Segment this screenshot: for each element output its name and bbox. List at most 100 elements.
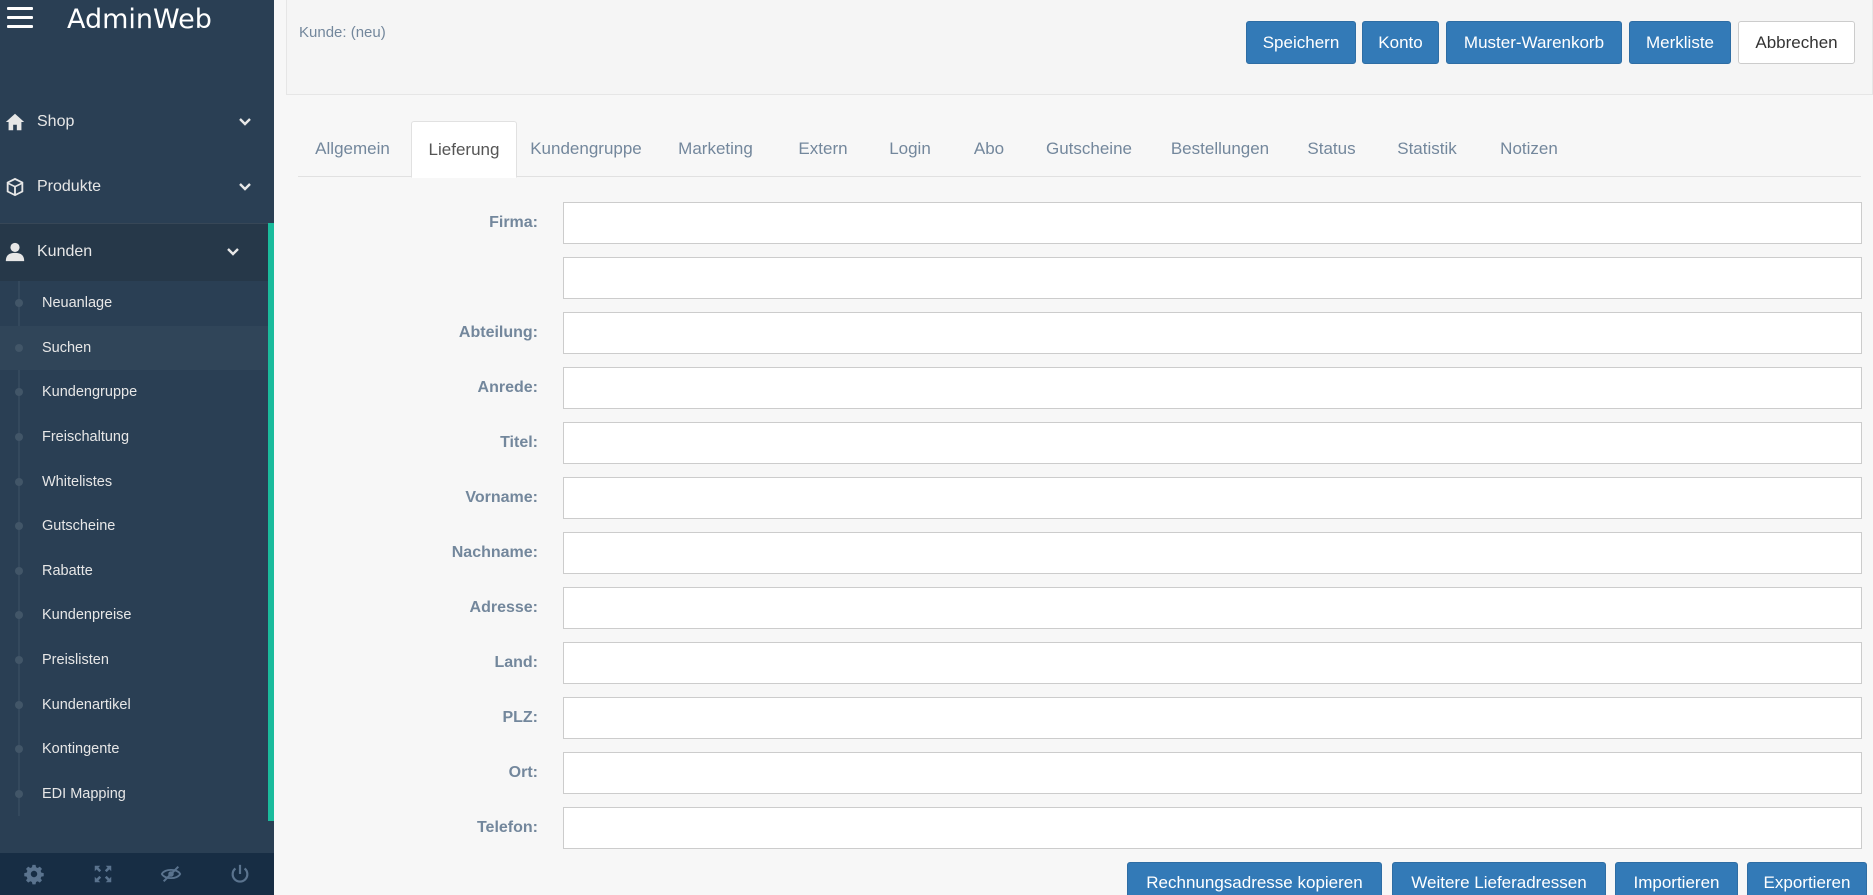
firma-line2-field[interactable] (563, 257, 1862, 299)
subitem-label: Gutscheine (42, 518, 116, 535)
tab-kundengruppe[interactable]: Kundengruppe (521, 121, 651, 177)
land-label: Land: (494, 654, 538, 671)
sidebar-subitem-suchen[interactable]: Suchen (0, 325, 268, 371)
sidebar-subitem-kontingente[interactable]: Kontingente (0, 727, 268, 772)
save-button[interactable]: Speichern (1246, 21, 1356, 64)
ort-field[interactable] (563, 752, 1862, 794)
page-title: Kunde: (neu) (299, 24, 386, 41)
bullet-icon (15, 299, 23, 308)
bullet-icon (15, 745, 23, 754)
sidebar-item-label: Kunden (37, 243, 93, 260)
subitem-label: Preislisten (42, 652, 109, 669)
tab-abo[interactable]: Abo (954, 121, 1024, 177)
eye-slash-icon (161, 865, 182, 883)
bullet-icon (15, 477, 23, 486)
nachname-label: Nachname: (451, 544, 538, 561)
settings-button[interactable] (0, 853, 69, 895)
bullet-icon (15, 433, 23, 442)
cube-icon (6, 177, 24, 197)
sidebar: AdminWeb Shop Produkte Kunden Neuanlage … (0, 0, 274, 895)
chevron-down-icon (239, 118, 251, 126)
tab-login[interactable]: Login (870, 121, 950, 177)
home-icon (5, 113, 25, 131)
sidebar-item-shop[interactable]: Shop (0, 93, 274, 151)
tab-status[interactable]: Status (1290, 121, 1373, 177)
subitem-label: Kundenpreise (42, 607, 132, 624)
plz-label: PLZ: (502, 709, 538, 726)
tab-gutscheine[interactable]: Gutscheine (1028, 121, 1150, 177)
import-button[interactable]: Importieren (1615, 862, 1738, 895)
subitem-label: Freischaltung (42, 429, 130, 446)
cancel-button[interactable]: Abbrechen (1738, 21, 1855, 64)
lock-button[interactable] (137, 853, 206, 895)
app-title: AdminWeb (67, 4, 212, 35)
telefon-field[interactable] (563, 807, 1862, 849)
menu-toggle-icon[interactable] (7, 7, 33, 29)
copy-billing-address-button[interactable]: Rechnungsadresse kopieren (1127, 862, 1382, 895)
ort-label: Ort: (508, 764, 538, 781)
sidebar-subitem-kundengruppe[interactable]: Kundengruppe (0, 370, 268, 415)
anrede-field[interactable] (563, 367, 1862, 409)
vorname-label: Vorname: (465, 489, 538, 506)
sidebar-item-label: Produkte (37, 178, 102, 195)
sidebar-subitem-freischaltung[interactable]: Freischaltung (0, 415, 268, 460)
chevron-down-icon (227, 248, 239, 256)
titel-label: Titel: (500, 434, 538, 451)
vorname-field[interactable] (563, 477, 1862, 519)
tab-bestellungen[interactable]: Bestellungen (1154, 121, 1286, 177)
settings-icon (24, 864, 44, 885)
tab-lieferung[interactable]: Lieferung (411, 121, 517, 178)
sidebar-subitem-preislisten[interactable]: Preislisten (0, 638, 268, 683)
tab-extern[interactable]: Extern (780, 121, 866, 177)
tab-bar: Allgemein Lieferung Kundengruppe Marketi… (298, 121, 1861, 178)
subitem-label: Rabatte (42, 562, 93, 579)
more-delivery-addresses-button[interactable]: Weitere Lieferadressen (1392, 862, 1606, 895)
user-icon (5, 242, 25, 262)
bullet-icon (15, 343, 23, 352)
fullscreen-button[interactable] (69, 853, 138, 895)
sidebar-item-label: Shop (37, 113, 75, 130)
sidebar-item-kunden[interactable]: Kunden (0, 223, 274, 281)
telefon-label: Telefon: (476, 819, 538, 836)
titel-field[interactable] (563, 422, 1862, 464)
logout-button[interactable] (206, 853, 275, 895)
chevron-down-icon (239, 183, 251, 191)
sidebar-subitem-kundenartikel[interactable]: Kundenartikel (0, 682, 268, 727)
power-icon (231, 864, 249, 883)
subitem-label: Kundenartikel (42, 696, 131, 713)
nachname-field[interactable] (563, 532, 1862, 574)
merkliste-button[interactable]: Merkliste (1629, 21, 1731, 64)
export-button[interactable]: Exportieren (1747, 862, 1867, 895)
plz-field[interactable] (563, 697, 1862, 739)
sidebar-subitem-kundenpreise[interactable]: Kundenpreise (0, 593, 268, 638)
tab-notizen[interactable]: Notizen (1481, 121, 1577, 177)
abteilung-label: Abteilung: (458, 324, 538, 341)
land-field[interactable] (563, 642, 1862, 684)
muster-warenkorb-button[interactable]: Muster-Warenkorb (1446, 21, 1622, 64)
adresse-field[interactable] (563, 587, 1862, 629)
bullet-icon (15, 522, 23, 531)
sidebar-subitem-whitelistes[interactable]: Whitelistes (0, 459, 268, 504)
tab-marketing[interactable]: Marketing (655, 121, 776, 177)
sidebar-subitem-neuanlage[interactable]: Neuanlage (0, 281, 268, 326)
anrede-label: Anrede: (477, 379, 538, 396)
submenu-kunden: Neuanlage Suchen Kundengruppe Freischalt… (0, 281, 268, 816)
abteilung-field[interactable] (563, 312, 1862, 354)
sidebar-subitem-edi-mapping[interactable]: EDI Mapping (0, 772, 268, 817)
subitem-label: Whitelistes (42, 473, 113, 490)
bullet-icon (15, 388, 23, 397)
firma-field[interactable] (563, 202, 1862, 244)
fullscreen-icon (94, 865, 111, 883)
sidebar-subitem-gutscheine[interactable]: Gutscheine (0, 504, 268, 549)
tab-statistik[interactable]: Statistik (1377, 121, 1477, 177)
subitem-label: Neuanlage (42, 295, 113, 312)
bullet-icon (15, 611, 23, 620)
bullet-icon (15, 656, 23, 665)
tab-allgemein[interactable]: Allgemein (298, 121, 407, 177)
sidebar-subitem-rabatte[interactable]: Rabatte (0, 549, 268, 594)
subitem-label: Kontingente (42, 741, 120, 758)
konto-button[interactable]: Konto (1362, 21, 1439, 64)
bullet-icon (15, 566, 23, 575)
bullet-icon (15, 789, 23, 798)
sidebar-item-produkte[interactable]: Produkte (0, 158, 274, 216)
